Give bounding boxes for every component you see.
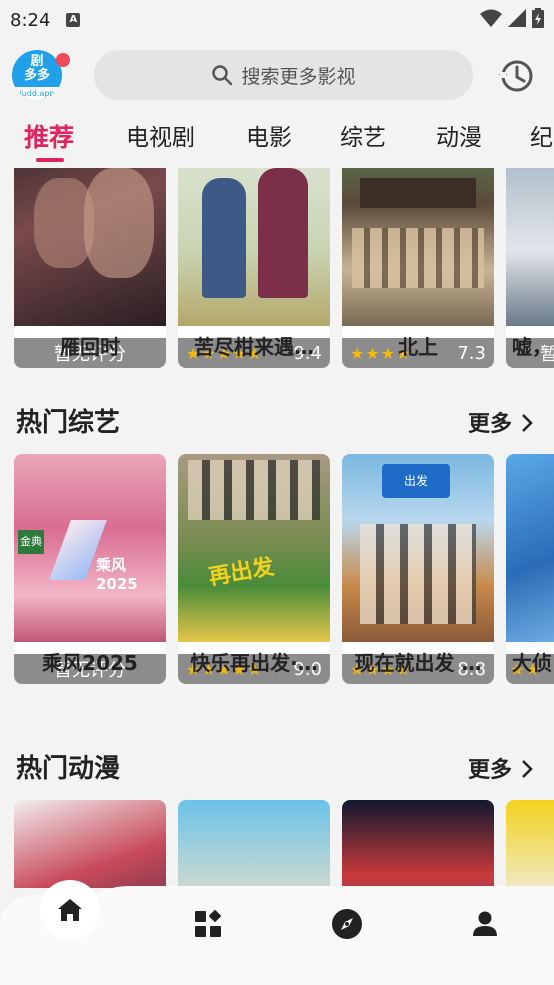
tab-documentary[interactable]: 纪 [530, 118, 553, 152]
poster-image [506, 168, 554, 326]
media-card[interactable]: 暂 嘘， [506, 168, 554, 368]
poster-image [14, 800, 166, 888]
home-button[interactable] [40, 880, 100, 940]
poster-logo-text: 出发 [382, 464, 450, 498]
row-variety: 金典 乘风2025 暂无评分 乘风2025 再出发 ★★★★★ 9.0 快乐再出… [0, 454, 554, 684]
logo-subtext: judd.app [12, 87, 62, 100]
status-time: 8:24 [10, 9, 51, 31]
nav-apps[interactable] [188, 904, 228, 944]
poster-logo-text: 乘风2025 [96, 556, 138, 593]
poster-image [506, 454, 554, 642]
search-icon [212, 65, 233, 86]
tab-variety[interactable]: 综艺 [340, 118, 386, 152]
section-title-variety: 热门综艺 [16, 408, 121, 438]
app-header: 剧多多 judd.app 搜索更多影视 [0, 48, 554, 104]
poster-image [178, 800, 330, 888]
search-bar[interactable]: 搜索更多影视 [94, 50, 473, 100]
poster-image: 出发 [342, 454, 494, 642]
card-title: 大侦 [512, 651, 552, 675]
card-title: 苦尽柑来遇… [194, 335, 314, 359]
more-variety-link[interactable]: 更多 [468, 406, 534, 438]
media-card[interactable]: 出发 ★★★★★ 8.8 现在就出发 … [342, 454, 494, 684]
logo-text: 剧多多 [23, 54, 50, 83]
poster-logo-text: 再出发 [206, 554, 277, 591]
more-label: 更多 [468, 412, 513, 437]
card-title: 北上 [398, 335, 438, 359]
notification-a-icon: A [66, 13, 81, 27]
row-anime [0, 800, 554, 888]
person-icon [473, 911, 497, 936]
poster-image [342, 800, 494, 888]
media-card[interactable] [506, 800, 554, 888]
media-card[interactable]: 暂无评分 雁回时 [14, 168, 166, 368]
media-card[interactable]: 再出发 ★★★★★ 9.0 快乐再出发·… [178, 454, 330, 684]
card-title: 快乐再出发·… [190, 651, 318, 675]
card-title: 现在就出发 … [354, 651, 482, 675]
compass-icon [332, 909, 362, 939]
poster-image: 金典 乘风2025 [14, 454, 166, 642]
poster-image [506, 800, 554, 888]
status-icons [480, 8, 544, 28]
content-scroll[interactable]: 暂无评分 雁回时 ★★★★★ 9.4 苦尽柑来遇… ★★★★★ 7.3 北上 暂… [0, 168, 554, 888]
poster-image [342, 168, 494, 326]
notification-dot [56, 53, 70, 67]
card-title: 嘘， [512, 335, 552, 359]
card-title: 雁回时 [60, 335, 120, 359]
poster-image [178, 168, 330, 326]
media-card[interactable]: ★★ 大侦 [506, 454, 554, 684]
tab-tv-series[interactable]: 电视剧 [126, 118, 195, 152]
tab-recommend[interactable]: 推荐 [24, 118, 74, 154]
nav-discover[interactable] [327, 904, 367, 944]
home-icon [58, 899, 82, 921]
category-tabs: 推荐 电视剧 电影 综艺 动漫 纪 [0, 118, 554, 164]
media-card[interactable]: ★★★★★ 9.4 苦尽柑来遇… [178, 168, 330, 368]
nav-profile[interactable] [465, 904, 505, 944]
channel-logo: 金典 [18, 530, 44, 554]
media-card[interactable] [14, 800, 166, 888]
media-card[interactable] [342, 800, 494, 888]
more-label: 更多 [468, 758, 513, 783]
tab-anime[interactable]: 动漫 [436, 118, 482, 152]
battery-icon [532, 8, 544, 28]
history-icon[interactable] [496, 56, 536, 96]
media-card[interactable]: ★★★★★ 7.3 北上 [342, 168, 494, 368]
poster-image: 再出发 [178, 454, 330, 642]
wifi-icon [480, 9, 502, 27]
signal-icon [508, 9, 526, 27]
chevron-right-icon [521, 414, 533, 432]
section-title-anime: 热门动漫 [16, 754, 121, 784]
more-anime-link[interactable]: 更多 [468, 752, 534, 784]
apps-icon [195, 910, 221, 937]
row-recommend: 暂无评分 雁回时 ★★★★★ 9.4 苦尽柑来遇… ★★★★★ 7.3 北上 暂… [0, 168, 554, 368]
media-card[interactable]: 金典 乘风2025 暂无评分 乘风2025 [14, 454, 166, 684]
app-logo[interactable]: 剧多多 judd.app [12, 50, 62, 100]
search-placeholder: 搜索更多影视 [241, 65, 356, 88]
chevron-right-icon [521, 760, 533, 778]
tab-underline [36, 158, 64, 162]
card-title: 乘风2025 [42, 651, 138, 675]
status-bar: 8:24 A [0, 0, 554, 40]
tab-movies[interactable]: 电影 [246, 118, 292, 152]
media-card[interactable] [178, 800, 330, 888]
poster-image [14, 168, 166, 326]
